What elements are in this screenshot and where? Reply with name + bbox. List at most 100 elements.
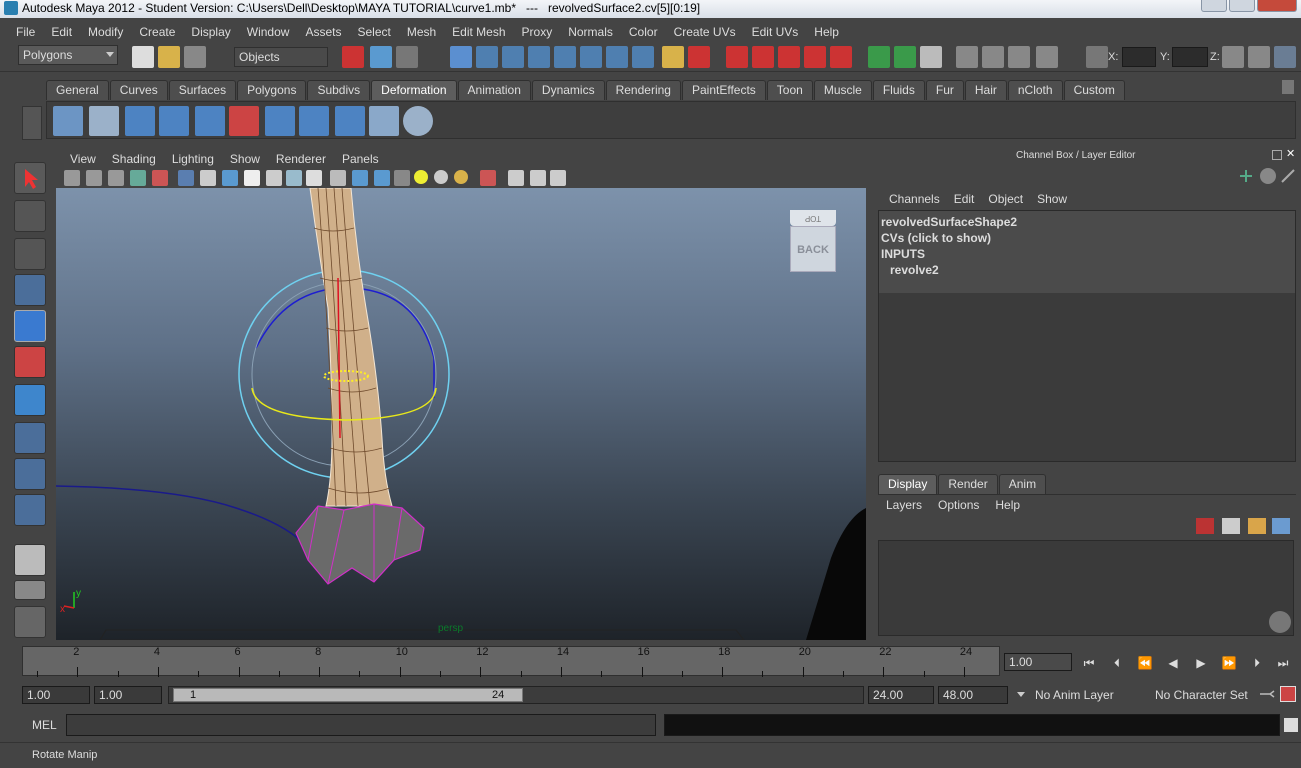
rotate-tool-icon[interactable] (14, 310, 46, 342)
select-by-object-icon[interactable] (370, 46, 392, 68)
start-time-field[interactable]: 1.00 (22, 686, 90, 704)
flare-icon[interactable] (159, 106, 189, 136)
shelf-tab-fluids[interactable]: Fluids (872, 80, 925, 100)
step-forward-key-button[interactable]: ⏩ (1218, 654, 1240, 672)
wireframe-on-shaded-icon[interactable] (374, 170, 390, 186)
anim-layer-dropdown[interactable]: No Anim Layer (1012, 685, 1146, 705)
channelbox-menu-edit[interactable]: Edit (947, 192, 982, 206)
playback-start-field[interactable]: 1.00 (94, 686, 162, 704)
twist-icon[interactable] (265, 106, 295, 136)
select-by-hierarchy-icon[interactable] (342, 46, 364, 68)
four-view-layout-icon[interactable] (14, 580, 46, 600)
paint-select-tool-icon[interactable] (14, 238, 46, 270)
new-scene-icon[interactable] (132, 46, 154, 68)
time-slider[interactable]: 2 4 6 8 10 12 14 16 18 20 22 24 (22, 646, 1000, 677)
shelf-tab-curves[interactable]: Curves (109, 80, 168, 100)
menu-assets[interactable]: Assets (297, 25, 349, 39)
ipr-render-icon[interactable] (1008, 46, 1030, 68)
cluster-icon[interactable] (89, 106, 119, 136)
render-current-frame-icon[interactable] (982, 46, 1004, 68)
mask-dynamics-icon[interactable] (580, 46, 602, 68)
xray-components-icon[interactable] (550, 170, 566, 186)
menu-edit-mesh[interactable]: Edit Mesh (444, 25, 513, 39)
shelf-tab-ncloth[interactable]: nCloth (1007, 80, 1063, 100)
xray-icon[interactable] (508, 170, 524, 186)
shadows-icon[interactable] (434, 170, 448, 184)
command-language-label[interactable]: MEL (32, 718, 57, 732)
viewcube-top-face[interactable]: TOP (790, 210, 836, 226)
mask-handles-icon[interactable] (450, 46, 472, 68)
shelf-tab-fur[interactable]: Fur (925, 80, 964, 100)
soft-mod-tool-icon[interactable] (14, 422, 46, 454)
menu-normals[interactable]: Normals (560, 25, 621, 39)
snap-to-curve-icon[interactable] (752, 46, 774, 68)
perspective-viewport[interactable]: x y persp TOP BACK (56, 188, 866, 640)
select-camera-icon[interactable] (64, 170, 80, 186)
snap-to-view-plane-icon[interactable] (804, 46, 826, 68)
tool-settings-icon[interactable] (1248, 46, 1270, 68)
shelf-tab-dynamics[interactable]: Dynamics (531, 80, 605, 100)
shelf-tab-general[interactable]: General (46, 80, 109, 100)
safe-title-icon[interactable] (306, 170, 322, 186)
shelf-tab-custom[interactable]: Custom (1063, 80, 1125, 100)
bookmarks-icon[interactable] (108, 170, 124, 186)
lock-selection-icon[interactable] (662, 46, 684, 68)
render-view-icon[interactable] (956, 46, 978, 68)
shelf-tab-toon[interactable]: Toon (766, 80, 813, 100)
range-slider-bar[interactable]: 1 24 (173, 688, 523, 702)
shelf-tab-subdivs[interactable]: Subdivs (307, 80, 371, 100)
move-tool-icon[interactable] (14, 274, 46, 306)
viewport-menu-panels[interactable]: Panels (334, 152, 387, 166)
shelf-tab-polygons[interactable]: Polygons (237, 80, 307, 100)
attribute-editor-icon[interactable] (1222, 46, 1244, 68)
safe-action-icon[interactable] (286, 170, 302, 186)
layer-menu-layers[interactable]: Layers (882, 498, 926, 512)
shelf-tab-animation[interactable]: Animation (457, 80, 531, 100)
output-ops-icon[interactable] (894, 46, 916, 68)
film-gate-icon[interactable] (200, 170, 216, 186)
bend-icon[interactable] (125, 106, 155, 136)
mask-misc-icon[interactable] (632, 46, 654, 68)
menu-mesh[interactable]: Mesh (399, 25, 444, 39)
viewport-menu-lighting[interactable]: Lighting (164, 152, 222, 166)
xray-joints-icon[interactable] (530, 170, 546, 186)
channelbox-object-name[interactable]: revolvedSurfaceShape2 (881, 214, 1293, 230)
construction-history-icon[interactable] (920, 46, 942, 68)
minimize-button[interactable] (1201, 0, 1227, 12)
last-tool-icon[interactable] (14, 494, 46, 526)
menuset-dropdown[interactable]: Polygons (18, 45, 118, 65)
close-panel-icon[interactable]: ✕ (1286, 149, 1296, 160)
mask-deformations-icon[interactable] (554, 46, 576, 68)
menu-select[interactable]: Select (349, 25, 398, 39)
outliner-layout-icon[interactable] (14, 606, 46, 638)
menu-modify[interactable]: Modify (80, 25, 131, 39)
mel-command-input[interactable] (66, 714, 656, 736)
shelf-trash-icon[interactable] (1282, 80, 1294, 94)
menu-edit[interactable]: Edit (43, 25, 80, 39)
sine-icon[interactable] (195, 106, 225, 136)
shelf-tab-surfaces[interactable]: Surfaces (168, 80, 237, 100)
float-panel-icon[interactable] (1272, 150, 1282, 160)
universal-manip-icon[interactable] (14, 384, 46, 416)
viewport-menu-shading[interactable]: Shading (104, 152, 164, 166)
move-layer-down-icon[interactable] (1222, 518, 1240, 534)
close-window-button[interactable] (1257, 0, 1297, 12)
channelbox-move-icon[interactable] (1238, 168, 1254, 184)
step-back-key-button[interactable]: ⏪ (1134, 654, 1156, 672)
grid-icon[interactable] (178, 170, 194, 186)
layer-tab-display[interactable]: Display (878, 474, 938, 494)
channelbox-menu-show[interactable]: Show (1030, 192, 1074, 206)
camera-attributes-icon[interactable] (86, 170, 102, 186)
viewcube-back-face[interactable]: BACK (790, 226, 836, 272)
channelbox-cvs-label[interactable]: CVs (click to show) (881, 230, 1293, 246)
channelbox-rotate-icon[interactable] (1260, 168, 1276, 184)
high-quality-icon[interactable] (454, 170, 468, 184)
image-plane-icon[interactable] (130, 170, 146, 186)
menu-display[interactable]: Display (183, 25, 238, 39)
menu-color[interactable]: Color (621, 25, 666, 39)
maximize-button[interactable] (1229, 0, 1255, 12)
save-scene-icon[interactable] (184, 46, 206, 68)
mask-surfaces-icon[interactable] (528, 46, 550, 68)
layer-menu-options[interactable]: Options (934, 498, 983, 512)
resolution-gate-icon[interactable] (222, 170, 238, 186)
